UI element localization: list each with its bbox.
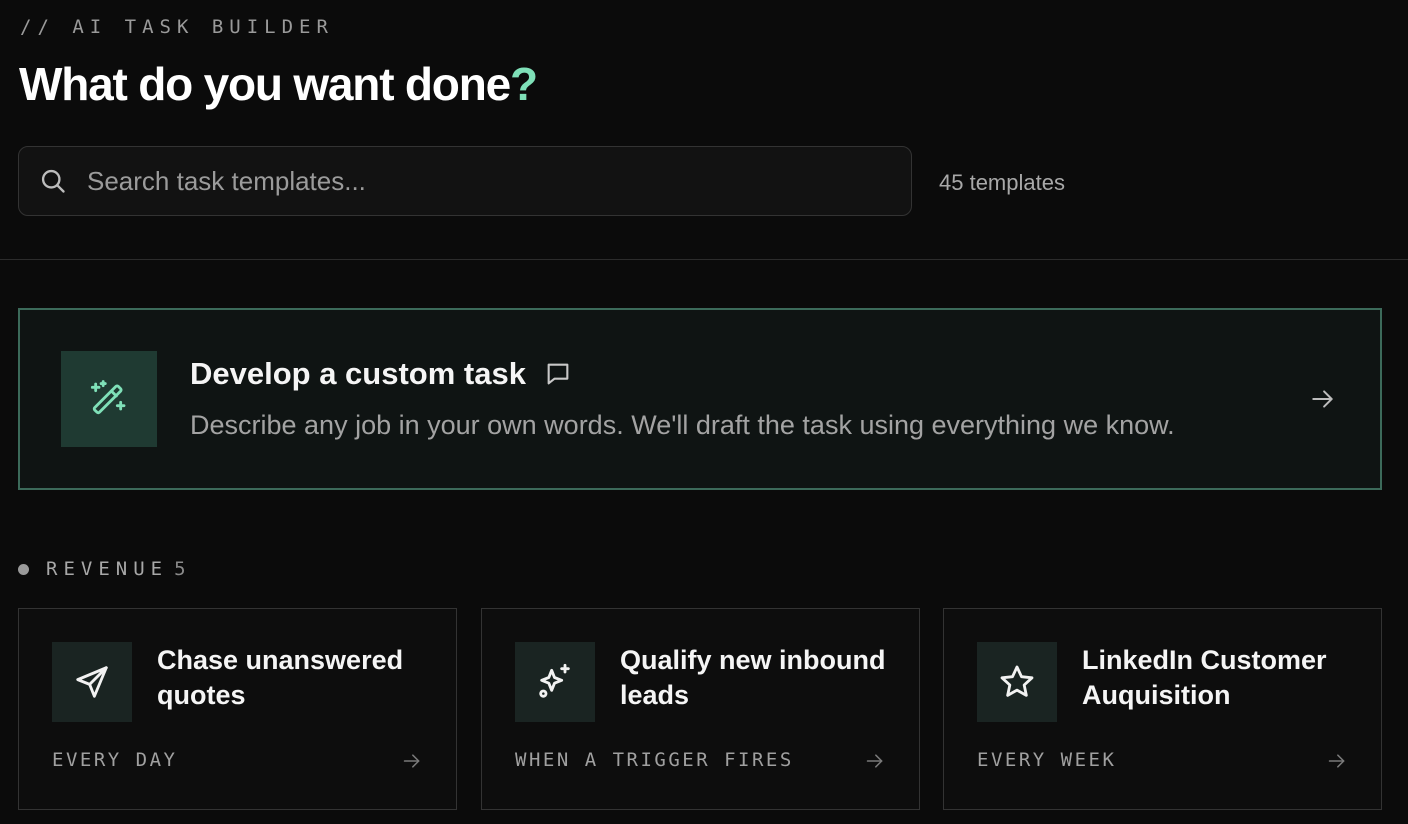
search-icon [39,167,67,195]
send-icon [73,663,111,701]
template-title: Chase unanswered quotes [157,645,404,710]
custom-task-title: Develop a custom task [190,356,526,391]
star-icon [997,662,1037,702]
template-card-linkedin-acquisition[interactable]: LinkedIn Customer Auquisition EVERY WEEK [943,608,1382,810]
page-title-mark: ? [509,58,538,110]
header-divider [0,259,1408,260]
template-card-chase-quotes[interactable]: Chase unanswered quotes EVERY DAY [18,608,457,810]
section-count: 5 [174,558,192,580]
custom-task-title-row: Develop a custom task [190,356,572,392]
sparkles-icon [535,662,575,702]
arrow-right-icon [1310,386,1336,412]
search-input[interactable] [85,164,911,198]
arrow-right-icon [865,751,885,771]
search-box[interactable] [18,146,912,216]
template-schedule: EVERY DAY [52,749,178,771]
chat-bubble-icon [544,360,572,388]
custom-task-icon-tile [61,351,157,447]
template-icon-tile [515,642,595,722]
template-count: 45 templates [939,170,1065,195]
template-title: LinkedIn Customer Auquisition [1082,645,1327,710]
arrow-right-icon [1327,751,1347,771]
custom-task-description: Describe any job in your own words. We'l… [190,410,1175,440]
template-card-qualify-leads[interactable]: Qualify new inbound leads WHEN A TRIGGER… [481,608,920,810]
template-icon-tile [977,642,1057,722]
magic-wand-icon [89,379,129,419]
custom-task-card[interactable]: Develop a custom task Describe any job i… [18,308,1382,490]
section-header-revenue: REVENUE 5 [18,558,192,580]
page-title: What do you want done? [19,56,538,112]
arrow-right-icon [402,751,422,771]
page-title-text: What do you want done [19,58,511,110]
section-dot [18,563,29,575]
section-label: REVENUE [46,558,169,580]
page-eyebrow: // AI TASK BUILDER [20,16,334,38]
template-schedule: EVERY WEEK [977,749,1117,771]
template-title: Qualify new inbound leads [620,645,886,710]
template-schedule: WHEN A TRIGGER FIRES [515,749,794,771]
template-icon-tile [52,642,132,722]
